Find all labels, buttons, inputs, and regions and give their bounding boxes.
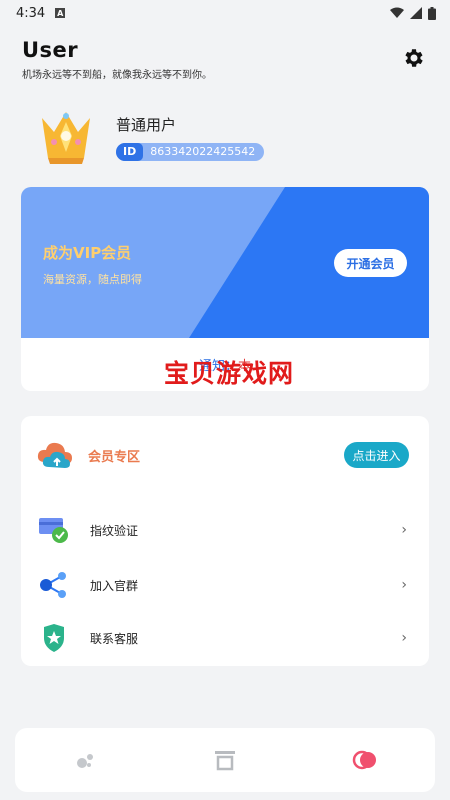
page-title: User: [22, 38, 79, 62]
username: 普通用户: [116, 115, 177, 134]
nav-category[interactable]: [205, 740, 245, 780]
menu-item-join-group[interactable]: 加入官群 ›: [38, 569, 407, 601]
header: User 机场永远等不到船，就像我永远等不到你。: [22, 38, 432, 88]
battery-icon: [428, 6, 436, 20]
watermark: 宝贝游戏网: [164, 359, 295, 388]
vip-banner: 成为VIP会员 海量资源，随点即得 开通会员: [21, 187, 429, 338]
profile: 普通用户 ID 863342022425542: [38, 108, 265, 166]
open-vip-button[interactable]: 开通会员: [334, 249, 407, 277]
fingerprint-card-icon: [39, 518, 68, 543]
member-zone-row: 会员专区 点击进入: [37, 438, 409, 472]
menu-item-label: 指纹验证: [90, 523, 139, 538]
profile-info: 普通用户 ID 863342022425542: [116, 114, 265, 161]
wifi-icon: [390, 7, 404, 18]
menu-item-label: 联系客服: [90, 631, 139, 646]
notification-icon: A: [55, 8, 66, 18]
menu-card: 会员专区 点击进入 指纹验证 › 加入官群 › 联系客服 ›: [21, 416, 429, 666]
nav-user[interactable]: [345, 740, 385, 780]
gear-icon: [405, 49, 423, 67]
signal-icon: [410, 7, 422, 19]
shield-star-icon: [44, 624, 64, 652]
status-bar: 4:34 A: [0, 0, 450, 26]
page-subtitle: 机场永远等不到船，就像我永远等不到你。: [22, 70, 212, 81]
user-id-value: 863342022425542: [150, 144, 256, 158]
user-id-badge: ID 863342022425542: [116, 142, 265, 161]
cloud-upload-icon: [37, 442, 72, 468]
user-tab-icon: [352, 750, 376, 770]
id-tag: ID: [116, 142, 144, 161]
vip-description: 海量资源，随点即得: [43, 273, 142, 286]
chevron-right-icon: ›: [401, 522, 407, 538]
status-time: 4:34: [16, 5, 46, 21]
menu-item-fingerprint[interactable]: 指纹验证 ›: [38, 514, 407, 546]
member-zone-label: 会员专区: [88, 449, 141, 465]
crown-icon: [42, 112, 90, 164]
share-icon: [40, 572, 66, 598]
menu-item-customer-service[interactable]: 联系客服 ›: [38, 622, 407, 654]
nav-home[interactable]: [65, 740, 105, 780]
status-icons: [390, 6, 436, 20]
chevron-right-icon: ›: [401, 577, 407, 593]
chevron-right-icon: ›: [401, 630, 407, 646]
enter-member-zone-button[interactable]: 点击进入: [344, 442, 409, 468]
menu-item-label: 加入官群: [90, 578, 139, 593]
avatar[interactable]: [38, 108, 94, 166]
vip-title: 成为VIP会员: [43, 244, 132, 262]
bottom-nav: [15, 728, 435, 792]
settings-button[interactable]: [402, 46, 426, 70]
dots-icon: [77, 754, 93, 768]
box-icon: [215, 751, 235, 771]
